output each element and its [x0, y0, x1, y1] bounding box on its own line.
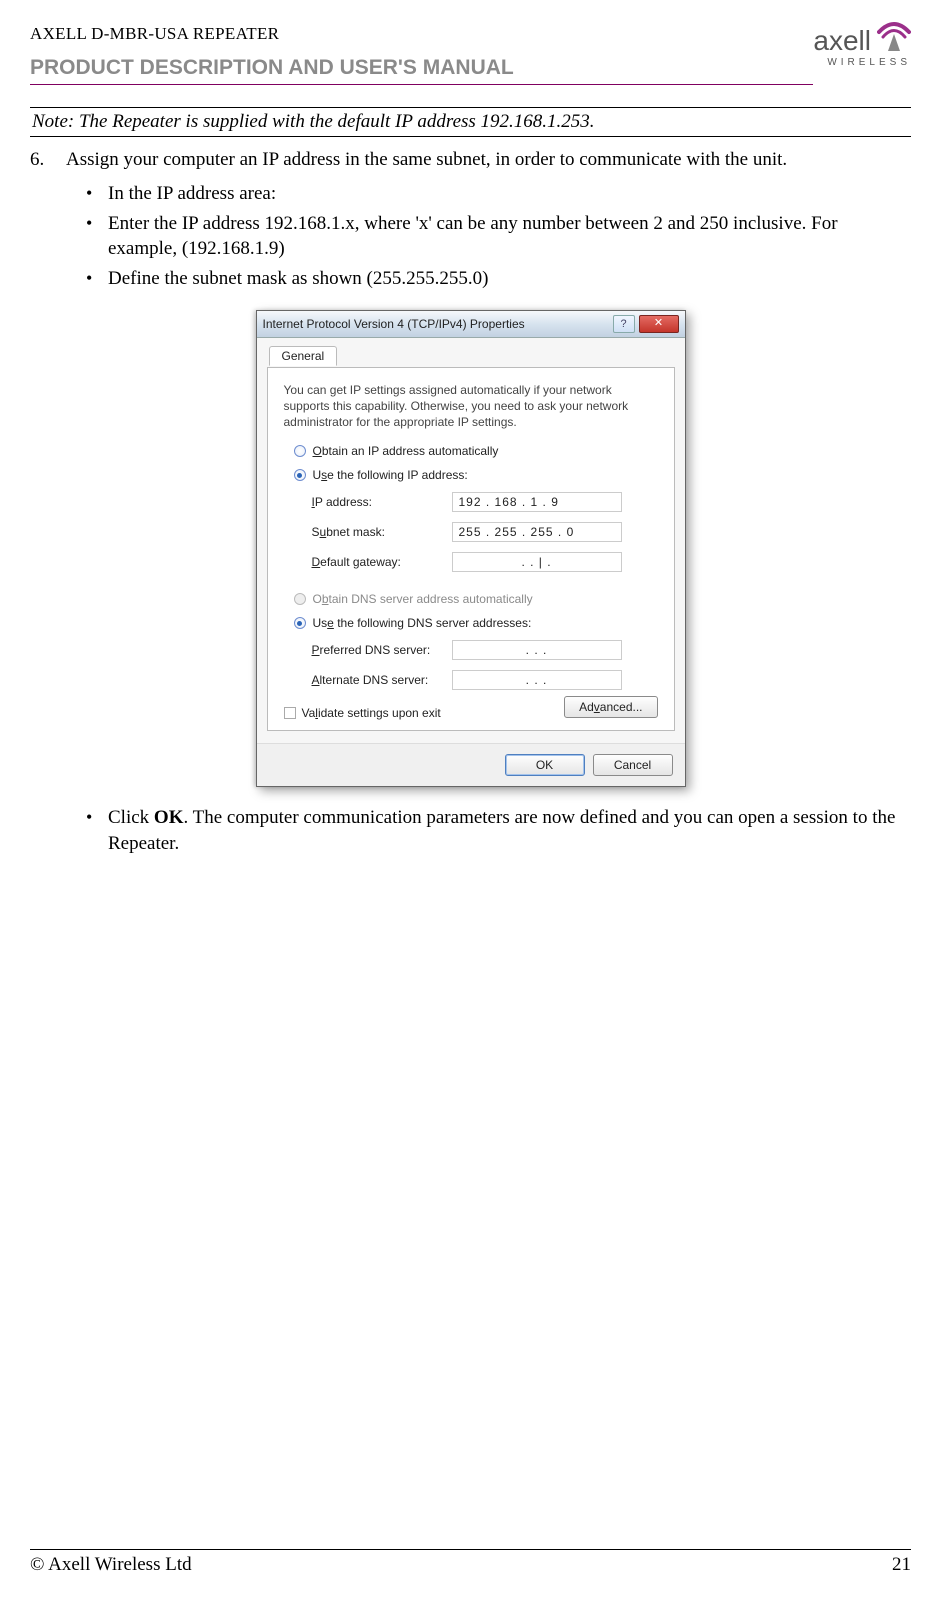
help-icon[interactable]: ? — [613, 315, 635, 333]
copyright: © Axell Wireless Ltd — [30, 1554, 192, 1576]
list-item: Define the subnet mask as shown (255.255… — [86, 266, 911, 292]
radio-dns-manual[interactable] — [294, 617, 306, 629]
validate-checkbox[interactable] — [284, 707, 296, 719]
radio-label: Use the following DNS server addresses: — [313, 616, 532, 630]
radio-ip-auto[interactable] — [294, 445, 306, 457]
radio-dns-auto — [294, 593, 306, 605]
dialog-title: Internet Protocol Version 4 (TCP/IPv4) P… — [263, 317, 613, 331]
subnet-label: Subnet mask: — [312, 525, 452, 539]
section-heading: PRODUCT DESCRIPTION AND USER'S MANUAL — [30, 56, 813, 85]
pref-dns-label: Preferred DNS server: — [312, 643, 452, 657]
validate-label: Validate settings upon exit — [302, 706, 441, 720]
radio-ip-manual[interactable] — [294, 469, 306, 481]
brand-logo: axell WIRELESS — [813, 22, 911, 68]
instruction-bullets: In the IP address area: Enter the IP add… — [86, 181, 911, 292]
cancel-button[interactable]: Cancel — [593, 754, 673, 776]
gateway-field[interactable]: . . | . — [452, 552, 622, 572]
step-number: 6. — [30, 149, 52, 171]
list-item: In the IP address area: — [86, 181, 911, 207]
list-item: Click OK. The computer communication par… — [86, 805, 911, 856]
step-text: Assign your computer an IP address in th… — [66, 149, 787, 171]
ip-address-field[interactable]: 192 . 168 . 1 . 9 — [452, 492, 622, 512]
post-bullets: Click OK. The computer communication par… — [86, 805, 911, 856]
subnet-field[interactable]: 255 . 255 . 255 . 0 — [452, 522, 622, 542]
alt-dns-label: Alternate DNS server: — [312, 673, 452, 687]
page-number: 21 — [892, 1554, 911, 1576]
radio-label: Obtain DNS server address automatically — [313, 592, 533, 606]
gateway-label: Default gateway: — [312, 555, 452, 569]
brand-name: axell — [813, 25, 871, 57]
ipv4-properties-dialog: Internet Protocol Version 4 (TCP/IPv4) P… — [256, 310, 686, 788]
note-box: Note: The Repeater is supplied with the … — [30, 107, 911, 137]
alt-dns-field[interactable]: . . . — [452, 670, 622, 690]
close-icon[interactable]: ✕ — [639, 315, 679, 333]
pref-dns-field[interactable]: . . . — [452, 640, 622, 660]
list-item: Enter the IP address 192.168.1.x, where … — [86, 211, 911, 262]
brand-sub: WIRELESS — [813, 57, 911, 68]
doc-title: AXELL D-MBR-USA REPEATER — [30, 24, 813, 44]
ip-address-label: IP address: — [312, 495, 452, 509]
dialog-description: You can get IP settings assigned automat… — [284, 382, 658, 431]
radio-label: Use the following IP address: — [313, 468, 468, 482]
advanced-button[interactable]: Advanced... — [564, 696, 657, 718]
ok-button[interactable]: OK — [505, 754, 585, 776]
tab-general[interactable]: General — [269, 346, 338, 366]
radio-label: Obtain an IP address automatically — [313, 444, 499, 458]
antenna-icon — [877, 22, 911, 59]
